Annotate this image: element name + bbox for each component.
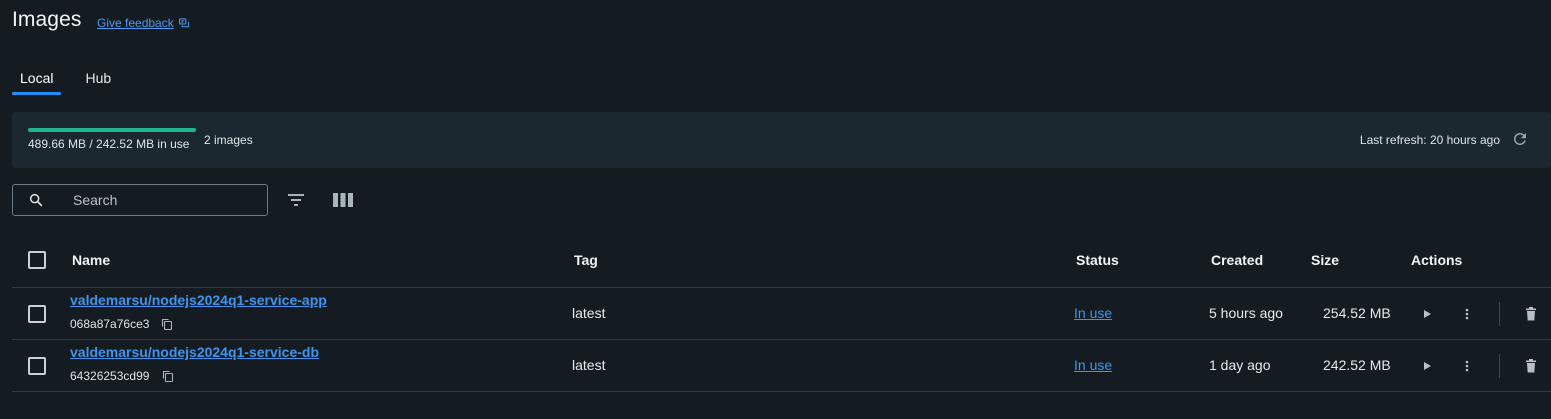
trash-icon[interactable] bbox=[1525, 307, 1537, 321]
row-divider bbox=[12, 391, 1551, 392]
give-feedback-link[interactable]: Give feedback bbox=[97, 16, 190, 30]
image-name-link[interactable]: valdemarsu/nodejs2024q1-service-db bbox=[70, 344, 319, 360]
image-count: 2 images bbox=[204, 133, 253, 147]
image-status-link[interactable]: In use bbox=[1074, 357, 1112, 373]
actions-divider bbox=[1499, 354, 1500, 378]
search-box[interactable] bbox=[12, 184, 268, 216]
trash-icon[interactable] bbox=[1525, 359, 1537, 373]
image-status-link[interactable]: In use bbox=[1074, 305, 1112, 321]
refresh-icon[interactable] bbox=[1511, 130, 1529, 148]
play-icon[interactable] bbox=[1421, 360, 1433, 372]
last-refresh-text: Last refresh: 20 hours ago bbox=[1359, 133, 1500, 147]
tab-bar: Local Hub bbox=[12, 62, 119, 96]
copy-icon[interactable] bbox=[161, 318, 173, 330]
image-name-link[interactable]: valdemarsu/nodejs2024q1-service-app bbox=[70, 292, 327, 308]
disk-usage-progress-fill bbox=[28, 128, 196, 132]
copy-icon[interactable] bbox=[162, 370, 174, 382]
column-header-tag[interactable]: Tag bbox=[574, 252, 598, 268]
search-input[interactable] bbox=[73, 192, 253, 208]
filter-icon[interactable] bbox=[287, 192, 305, 208]
image-created: 5 hours ago bbox=[1209, 305, 1283, 321]
search-icon bbox=[29, 193, 43, 207]
image-size: 242.52 MB bbox=[1323, 357, 1391, 373]
give-feedback-label: Give feedback bbox=[97, 16, 174, 30]
more-vertical-icon[interactable] bbox=[1461, 307, 1473, 321]
more-vertical-icon[interactable] bbox=[1461, 359, 1473, 373]
table-row: valdemarsu/nodejs2024q1-service-db 64326… bbox=[0, 340, 1551, 392]
image-tag: latest bbox=[572, 305, 606, 321]
disk-usage-progress bbox=[28, 128, 196, 132]
tab-local[interactable]: Local bbox=[12, 62, 62, 96]
page-title: Images bbox=[12, 8, 82, 31]
row-checkbox[interactable] bbox=[28, 305, 46, 323]
feedback-icon bbox=[178, 17, 189, 27]
disk-usage-panel: 489.66 MB / 242.52 MB in use 2 images La… bbox=[12, 112, 1551, 168]
row-checkbox[interactable] bbox=[28, 357, 46, 375]
disk-usage-text: 489.66 MB / 242.52 MB in use bbox=[28, 137, 190, 151]
tab-hub[interactable]: Hub bbox=[77, 62, 119, 96]
column-header-name[interactable]: Name bbox=[72, 252, 110, 268]
table-row: valdemarsu/nodejs2024q1-service-app 068a… bbox=[0, 288, 1551, 340]
image-tag: latest bbox=[572, 357, 606, 373]
image-id: 64326253cd99 bbox=[70, 369, 150, 383]
column-header-status[interactable]: Status bbox=[1076, 252, 1119, 268]
image-id: 068a87a76ce3 bbox=[70, 317, 150, 331]
column-header-created[interactable]: Created bbox=[1211, 252, 1263, 268]
play-icon[interactable] bbox=[1421, 308, 1433, 320]
image-created: 1 day ago bbox=[1209, 357, 1271, 373]
actions-divider bbox=[1499, 302, 1500, 326]
image-size: 254.52 MB bbox=[1323, 305, 1391, 321]
column-header-size[interactable]: Size bbox=[1311, 252, 1339, 268]
column-header-actions: Actions bbox=[1411, 252, 1463, 268]
select-all-checkbox[interactable] bbox=[28, 251, 46, 269]
columns-icon[interactable] bbox=[333, 192, 353, 208]
